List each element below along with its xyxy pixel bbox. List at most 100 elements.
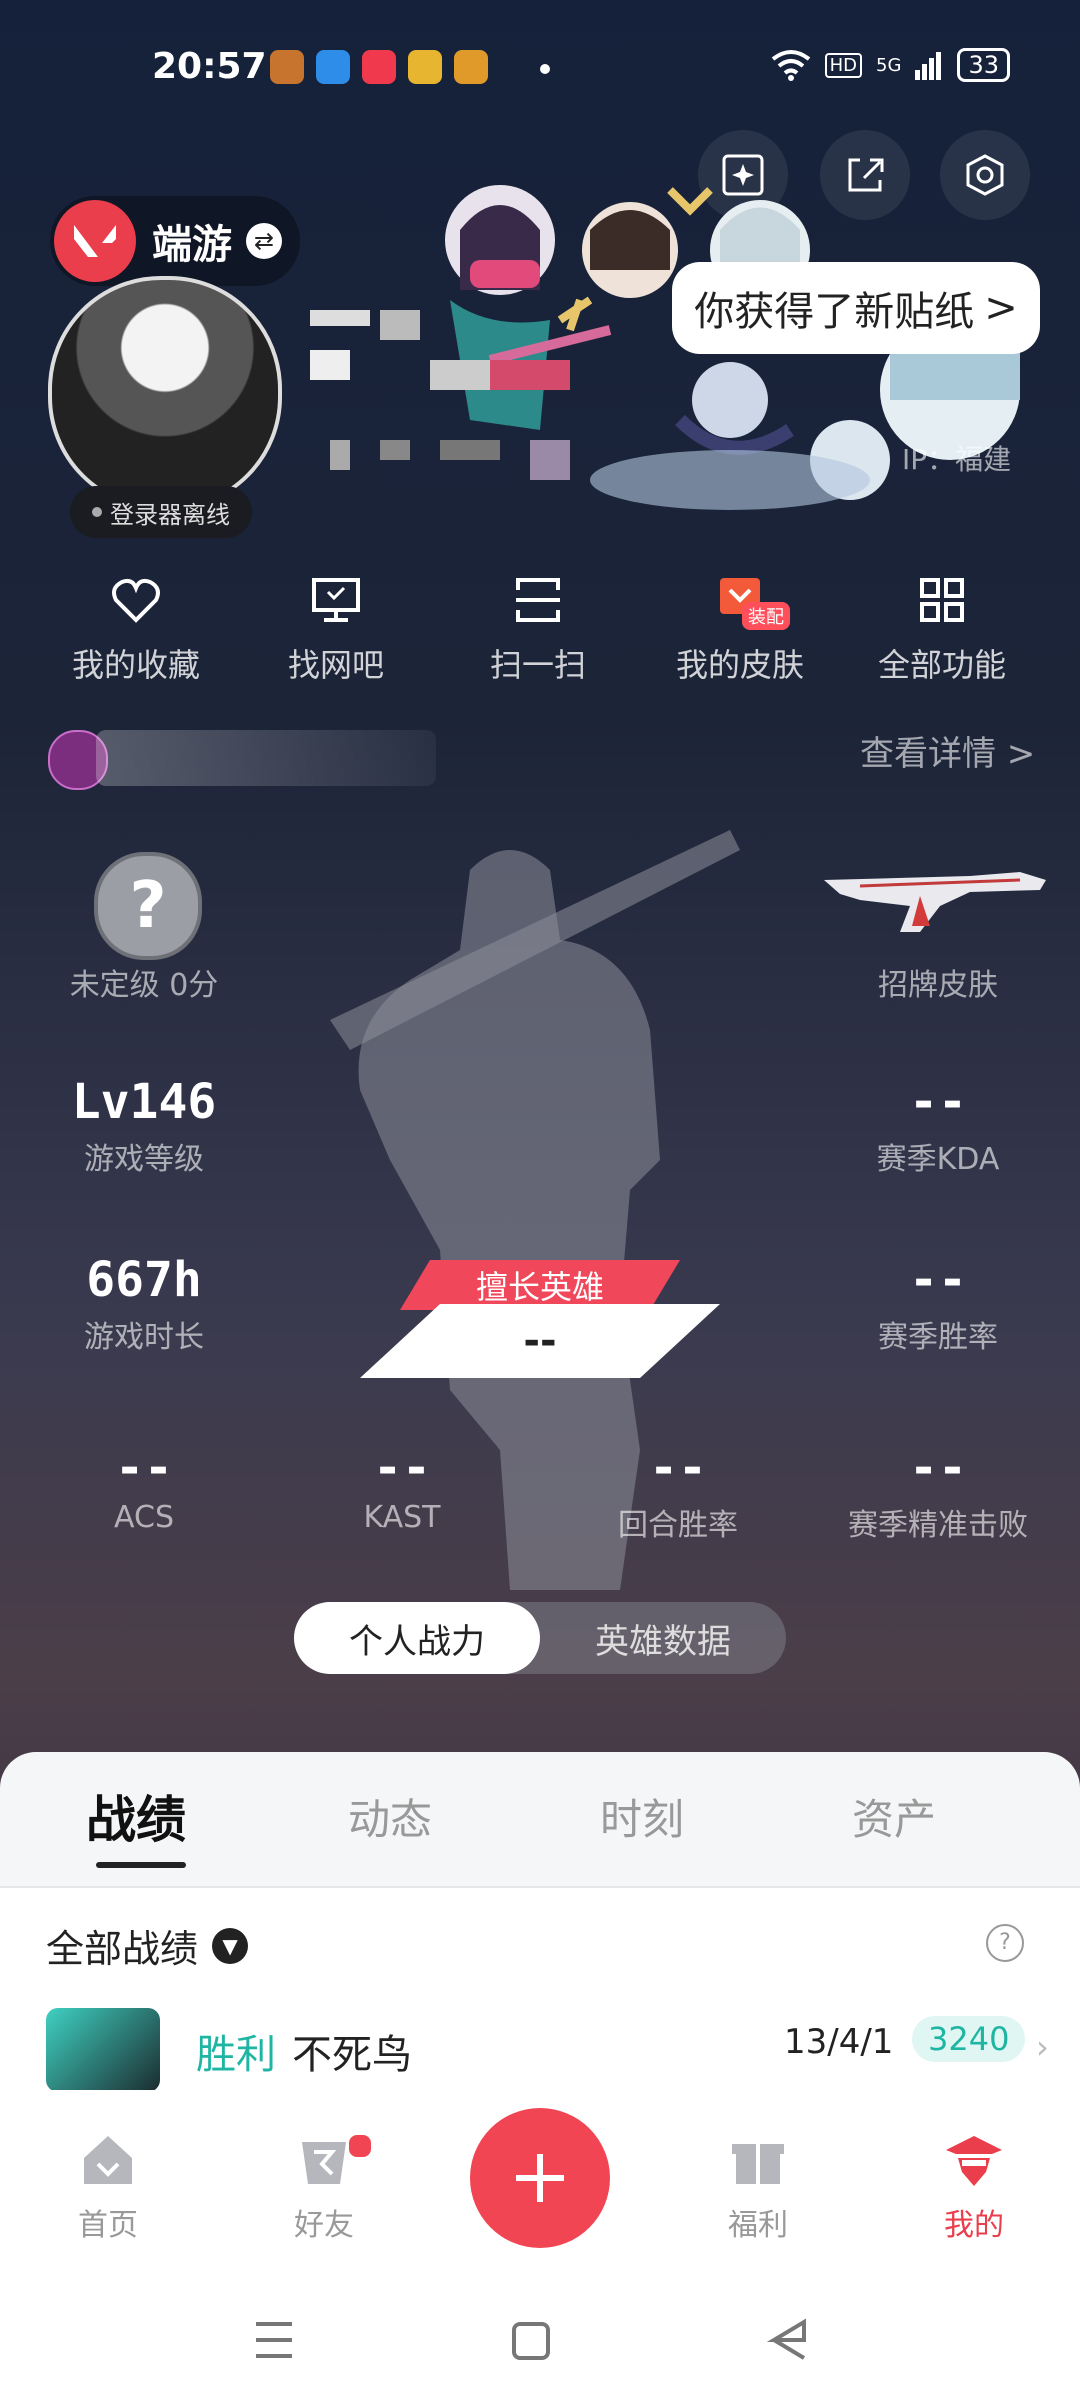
scan-label: 扫一扫 (489, 646, 586, 684)
records-panel: 战绩 动态 时刻 资产 全部战绩 ▼ ? 胜利 不死鸟 13/4/1 3240 … (0, 1752, 1080, 2092)
round-winrate-value: -- (649, 1440, 707, 1496)
app-notification-icon (408, 50, 442, 84)
precise-kill-label: 赛季精准击败 (848, 1508, 1028, 1543)
tab-indicator (96, 1862, 186, 1868)
nav-home-label: 首页 (78, 2208, 138, 2243)
tab-feed[interactable]: 动态 (348, 1786, 432, 1847)
all-features-action[interactable]: 全部功能 (852, 572, 1032, 686)
kda-label: 赛季KDA (876, 1142, 1000, 1177)
tooltip-arrow: > (984, 285, 1018, 331)
tab-records[interactable]: 战绩 (86, 1780, 186, 1852)
status-right: HD 5G 33 (771, 48, 1010, 82)
match-score-badge: 3240 (912, 2016, 1026, 2062)
grid-icon (920, 578, 964, 622)
monitor-icon (312, 578, 360, 622)
match-kda: 13/4/1 (784, 2022, 894, 2062)
kda-value: -- (909, 1074, 967, 1130)
data-view-toggle: 个人战力 英雄数据 (294, 1602, 786, 1674)
launcher-status-badge: 登录器离线 (70, 486, 252, 538)
rank-label: 未定级 0分 (69, 968, 219, 1003)
level-label: 游戏等级 (84, 1142, 204, 1177)
nav-me[interactable]: 我的 (904, 2128, 1044, 2244)
chevron-right-icon: › (1036, 2028, 1049, 2066)
tab-moments[interactable]: 时刻 (600, 1786, 684, 1847)
valorant-logo-icon (54, 200, 136, 282)
status-time: 20:57 (152, 46, 267, 87)
my-skins-label: 我的皮肤 (675, 646, 804, 684)
signature-skin-icon (824, 872, 1046, 932)
app-notification-icon (316, 50, 350, 84)
records-filter-dropdown[interactable]: 全部战绩 ▼ (46, 1918, 249, 1973)
signature-skin-label: 招牌皮肤 (878, 968, 998, 1003)
agent-icon (946, 2136, 1002, 2186)
tooltip-text: 你获得了新贴纸 (694, 289, 975, 335)
music-notification-icon (362, 50, 396, 84)
network-type: 5G (876, 54, 902, 76)
scan-icon (516, 578, 560, 622)
my-skins-action[interactable]: 装配 我的皮肤 (650, 572, 830, 686)
playtime-stat: 667h 游戏时长 (24, 1252, 264, 1356)
system-navigation (256, 2318, 806, 2360)
create-button[interactable] (470, 2108, 610, 2248)
winrate-label: 赛季胜率 (878, 1320, 998, 1355)
kast-value: -- (373, 1440, 431, 1496)
kast-stat: -- KAST (282, 1440, 522, 1535)
view-details-link[interactable]: 查看详情 > (860, 726, 1035, 775)
help-icon[interactable]: ? (986, 1924, 1024, 1962)
round-winrate-label: 回合胜率 (618, 1508, 738, 1543)
nav-friends[interactable]: 好友 (254, 2128, 394, 2244)
favorites-label: 我的收藏 (71, 646, 200, 684)
signal-icon (915, 52, 942, 80)
nav-home[interactable]: 首页 (38, 2128, 178, 2244)
launcher-status-label: 登录器离线 (110, 500, 230, 529)
nav-benefits[interactable]: 福利 (688, 2128, 828, 2244)
nav-me-label: 我的 (944, 2208, 1004, 2243)
rank-icon: ? (94, 852, 202, 960)
nav-friends-label: 好友 (294, 2208, 354, 2243)
match-row[interactable]: 胜利 不死鸟 13/4/1 3240 › (46, 2008, 1049, 2098)
tab-assets[interactable]: 资产 (852, 1786, 936, 1847)
personal-power-tab[interactable]: 个人战力 (294, 1602, 540, 1674)
signature-skin-stat[interactable]: 招牌皮肤 (818, 956, 1058, 1004)
swap-icon: ⇄ (246, 223, 282, 259)
kast-label: KAST (363, 1500, 441, 1535)
avatar[interactable] (48, 276, 282, 510)
hero-data-tab[interactable]: 英雄数据 (540, 1602, 786, 1674)
app-notification-icon (270, 50, 304, 84)
gift-icon (732, 2144, 784, 2184)
precise-kill-stat: -- 赛季精准击败 (818, 1440, 1058, 1544)
level-stat: Lv146 游戏等级 (24, 1074, 264, 1178)
bottom-navigation: 首页 好友 福利 我的 (0, 2090, 1080, 2400)
ip-location: IP：福建 (902, 443, 1012, 476)
acs-value: -- (115, 1440, 173, 1496)
status-dot-icon (92, 507, 102, 517)
precise-kill-value: -- (909, 1440, 967, 1496)
find-netcafe-action[interactable]: 找网吧 (246, 572, 426, 686)
equip-badge: 装配 (742, 602, 790, 630)
favorites-action[interactable]: 我的收藏 (46, 572, 226, 686)
home-square-icon (512, 2322, 550, 2360)
level-value: Lv146 (71, 1074, 217, 1130)
match-agent-avatar (46, 2008, 160, 2092)
status-bar: 20:57 HD 5G 33 (0, 40, 1080, 100)
records-filter-label: 全部战绩 (46, 1927, 199, 1971)
match-map: 不死鸟 (292, 2032, 412, 2078)
best-hero-tag: 擅长英雄 (475, 1268, 604, 1306)
platform-name: 端游 (152, 222, 232, 268)
chevron-down-icon: ▼ (212, 1927, 249, 1964)
game-account-name-blurred (96, 730, 436, 786)
kda-stat: -- 赛季KDA (818, 1074, 1058, 1178)
scan-action[interactable]: 扫一扫 (448, 572, 628, 686)
new-sticker-tooltip[interactable]: 你获得了新贴纸 > (672, 262, 1040, 354)
more-notifications-dot (540, 64, 550, 74)
match-result: 胜利 (196, 2032, 276, 2078)
back-icon (766, 2318, 806, 2360)
platform-switcher[interactable]: 端游 ⇄ (50, 196, 300, 286)
rank-stat[interactable]: 未定级 0分 (24, 956, 264, 1004)
all-features-label: 全部功能 (877, 646, 1006, 684)
home-icon (84, 2136, 132, 2184)
username-mosaic (310, 310, 570, 480)
plus-icon (516, 2154, 564, 2202)
acs-label: ACS (114, 1500, 174, 1535)
acs-stat: -- ACS (24, 1440, 264, 1535)
